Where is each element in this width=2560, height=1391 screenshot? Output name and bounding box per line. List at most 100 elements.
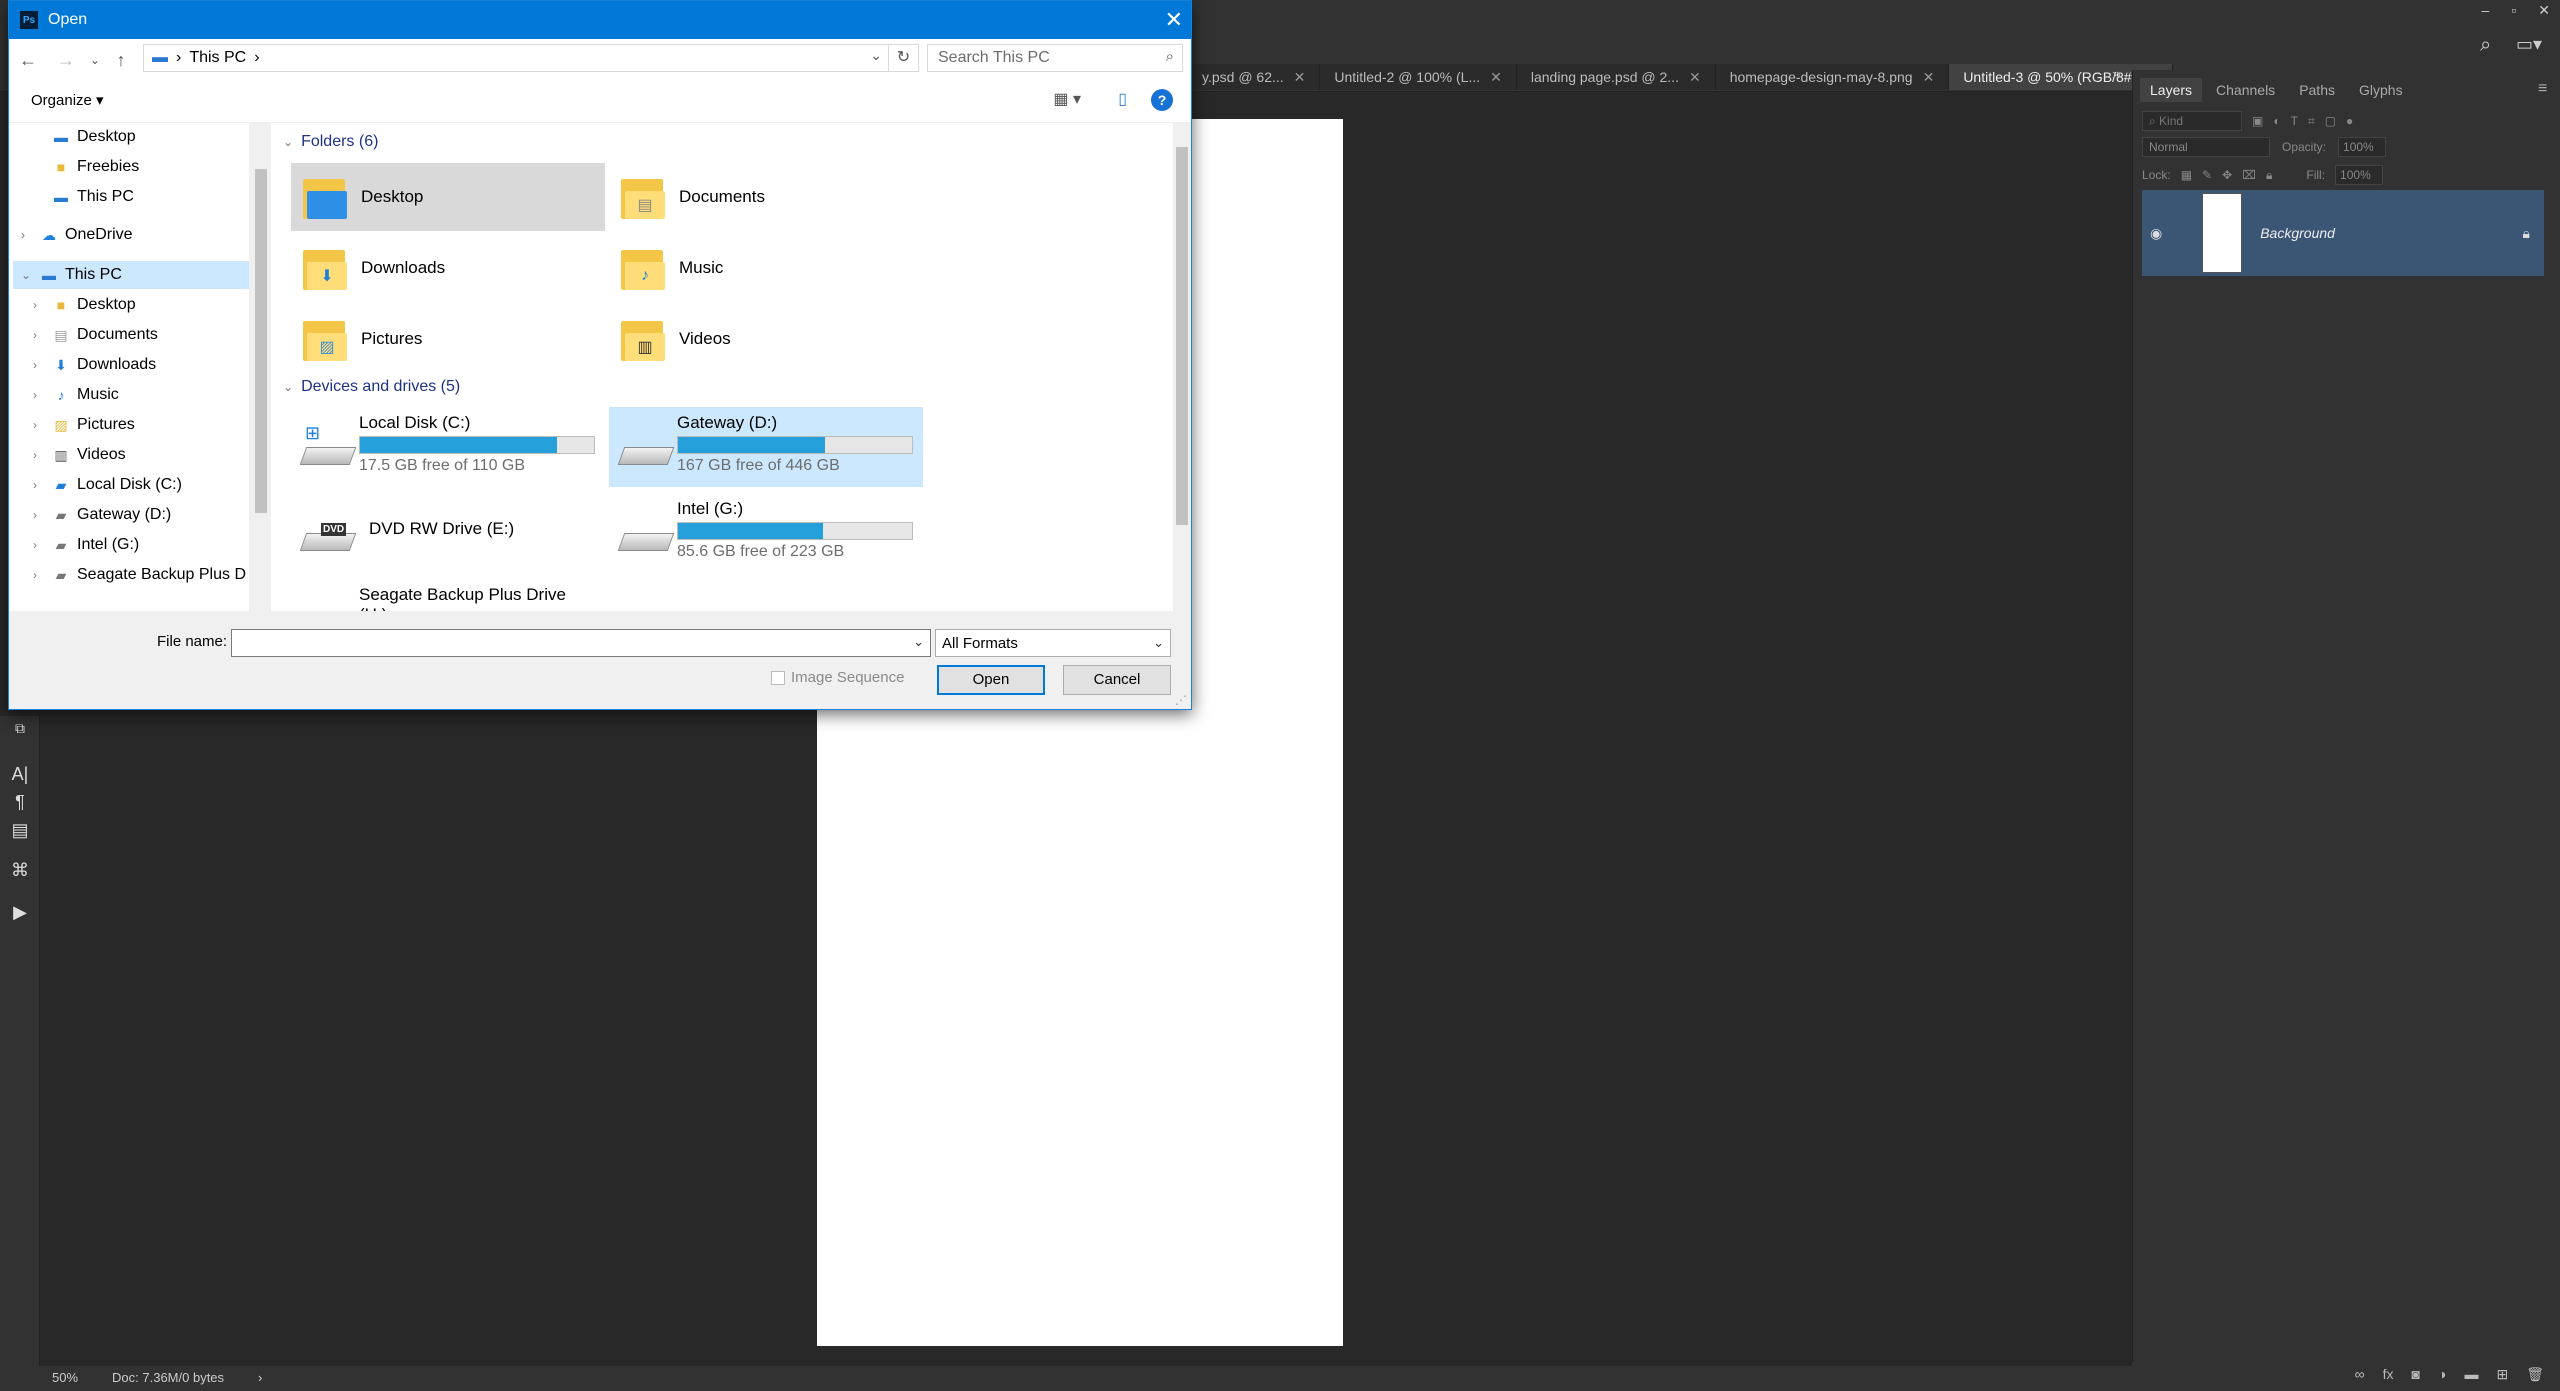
group-icon[interactable]: ▬ <box>2464 1366 2478 1387</box>
chevron-right-icon[interactable]: › <box>33 538 51 552</box>
close-tab-icon[interactable]: ✕ <box>1923 69 1935 85</box>
nav-item-freebies[interactable]: ■Freebies📌︎ <box>51 153 251 181</box>
open-button[interactable]: Open <box>937 665 1045 695</box>
breadcrumb-sep[interactable]: › <box>254 49 259 67</box>
mask-icon[interactable]: ◙ <box>2412 1366 2420 1387</box>
panel-menu-icon[interactable]: ≡ <box>2538 80 2547 98</box>
folders-group-header[interactable]: ⌄ Folders (6) <box>283 133 378 151</box>
drive-tile-d[interactable]: Gateway (D:) 167 GB free of 446 GB <box>609 407 923 487</box>
adjustment-layer-icon[interactable]: ◑ <box>2438 1366 2446 1387</box>
properties-icon[interactable]: ▤ <box>10 820 30 841</box>
content-scroll-thumb[interactable] <box>1176 147 1188 525</box>
lock-brush-icon[interactable]: ✎ <box>2202 168 2212 182</box>
nav-scroll-thumb[interactable] <box>255 169 267 513</box>
close-tab-icon[interactable]: ✕ <box>1689 69 1701 85</box>
chevron-right-icon[interactable]: › <box>33 418 51 432</box>
workspace-icon[interactable]: ▭▾ <box>2516 34 2542 55</box>
chevron-down-icon[interactable]: ⌄ <box>283 135 293 149</box>
address-bar[interactable]: ▬ › This PC › ⌄ <box>143 44 889 72</box>
chevron-right-icon[interactable]: › <box>21 228 39 242</box>
close-tab-icon[interactable]: ✕ <box>1490 69 1502 85</box>
breadcrumb-sep[interactable]: › <box>176 49 181 67</box>
file-name-input[interactable]: ⌄ <box>231 629 931 657</box>
drive-tile-g[interactable]: Intel (G:) 85.6 GB free of 223 GB <box>609 493 923 573</box>
chevron-right-icon[interactable]: › <box>33 478 51 492</box>
layer-lock-icon[interactable]: 🔒︎ <box>2523 225 2530 242</box>
chevron-right-icon[interactable]: › <box>33 328 51 342</box>
nav-item-videos[interactable]: › ▥ Videos <box>33 441 126 469</box>
lock-artboard-icon[interactable]: ⌧ <box>2242 168 2256 182</box>
folder-tile-pictures[interactable]: ▨ Pictures <box>291 305 605 373</box>
refresh-icon[interactable]: ↻ <box>889 44 919 72</box>
lock-pixels-icon[interactable]: ▦ <box>2181 168 2192 182</box>
paragraph-icon[interactable]: ¶ <box>10 792 30 813</box>
new-layer-icon[interactable]: ⊞ <box>2496 1366 2508 1387</box>
lock-all-icon[interactable]: 🔒︎ <box>2266 168 2272 183</box>
filter-adjust-icon[interactable]: ◐ <box>2273 114 2280 128</box>
chevron-right-icon[interactable]: › <box>33 568 51 582</box>
nav-item-gateway-d[interactable]: › ▰ Gateway (D:) <box>33 501 171 529</box>
preview-pane-icon[interactable]: ▯ <box>1118 89 1127 109</box>
drives-group-header[interactable]: ⌄ Devices and drives (5) <box>283 378 460 396</box>
drive-tile-h[interactable]: Seagate Backup Plus Drive (H:) <box>291 579 605 611</box>
nav-item-local-disk-c[interactable]: › ▰ Local Disk (C:) <box>33 471 182 499</box>
eye-icon[interactable]: ◉ <box>2150 225 2162 242</box>
help-icon[interactable]: ? <box>1151 89 1173 111</box>
play-icon[interactable]: ▶ <box>10 902 30 923</box>
drive-tile-c[interactable]: ⊞ Local Disk (C:) 17.5 GB free of 110 GB <box>291 407 605 487</box>
tab-layers[interactable]: Layers <box>2140 78 2203 102</box>
dialog-titlebar[interactable]: Ps Open ✕ <box>9 1 1191 39</box>
zoom-level[interactable]: 50% <box>52 1370 78 1387</box>
kind-filter[interactable]: ⌕ Kind <box>2142 111 2242 131</box>
search-icon[interactable]: ⌕ <box>2480 34 2491 57</box>
folder-tile-downloads[interactable]: ⬇ Downloads <box>291 234 605 302</box>
blend-mode-select[interactable]: Normal <box>2142 137 2270 157</box>
forward-arrow-icon[interactable]: → <box>47 50 85 71</box>
link-icon[interactable]: ∞ <box>2355 1366 2365 1387</box>
change-view-icon[interactable]: ▦ ▾ <box>1053 89 1081 109</box>
nav-item-documents[interactable]: › ▤ Documents <box>33 321 158 349</box>
chevron-right-icon[interactable]: › <box>33 508 51 522</box>
folder-tile-documents[interactable]: ▤ Documents <box>609 163 923 231</box>
filter-type-icon[interactable]: T <box>2291 114 2298 128</box>
opacity-input[interactable]: 100% <box>2338 137 2387 157</box>
chevron-right-icon[interactable]: › <box>33 388 51 402</box>
back-arrow-icon[interactable]: ← <box>9 50 47 71</box>
search-input[interactable]: Search This PC ⌕ <box>927 44 1183 72</box>
nav-item-seagate[interactable]: › ▰ Seagate Backup Plus D <box>33 561 246 589</box>
folder-tile-music[interactable]: ♪ Music <box>609 234 923 302</box>
adjustments-icon[interactable]: ⌘ <box>10 860 30 881</box>
nav-item-this-pc-pinned[interactable]: ▬This PC📌︎ <box>51 183 251 211</box>
organize-button[interactable]: Organize ▾ <box>31 91 104 109</box>
trash-icon[interactable]: 🗑︎ <box>2526 1366 2544 1387</box>
nav-item-this-pc[interactable]: ⌄ ▬ This PC <box>13 261 249 289</box>
panel-collapse-icon[interactable]: ⧉ <box>10 720 30 737</box>
nav-item-music[interactable]: › ♪ Music <box>33 381 119 409</box>
checkbox-box[interactable] <box>771 670 785 685</box>
tab-paths[interactable]: Paths <box>2289 78 2345 102</box>
resize-grip-icon[interactable]: ⋰ <box>1175 693 1187 707</box>
format-select[interactable]: All Formats ⌄ <box>935 629 1171 657</box>
filter-shape-icon[interactable]: ⌗ <box>2308 114 2315 129</box>
chevron-right-icon[interactable]: › <box>33 448 51 462</box>
breadcrumb-this-pc[interactable]: This PC <box>189 49 246 67</box>
tab-glyphs[interactable]: Glyphs <box>2349 78 2413 102</box>
filter-pixel-icon[interactable]: ▣ <box>2252 114 2263 128</box>
up-arrow-icon[interactable]: ↑ <box>105 50 137 71</box>
tabs-overflow-icon[interactable]: » <box>2112 66 2121 84</box>
filter-smart-icon[interactable]: ▢ <box>2325 114 2336 128</box>
doc-tab[interactable]: homepage-design-may-8.png ✕ <box>1715 64 1950 90</box>
nav-item-onedrive[interactable]: › ☁ OneDrive <box>21 221 133 249</box>
close-icon[interactable]: ✕ <box>1165 7 1183 33</box>
chevron-down-icon[interactable]: ⌄ <box>870 47 882 64</box>
chevron-right-icon[interactable]: › <box>33 298 51 312</box>
doc-tab[interactable]: Untitled-2 @ 100% (L... ✕ <box>1320 64 1517 90</box>
close-window-icon[interactable]: ✕ <box>2538 2 2550 19</box>
close-tab-icon[interactable]: ✕ <box>1294 69 1306 85</box>
folder-tile-videos[interactable]: ▥ Videos <box>609 305 923 373</box>
tab-channels[interactable]: Channels <box>2206 78 2285 102</box>
character-icon[interactable]: A| <box>10 764 30 785</box>
cancel-button[interactable]: Cancel <box>1063 665 1171 695</box>
restore-icon[interactable]: ▫ <box>2511 2 2516 19</box>
chevron-right-icon[interactable]: › <box>33 358 51 372</box>
